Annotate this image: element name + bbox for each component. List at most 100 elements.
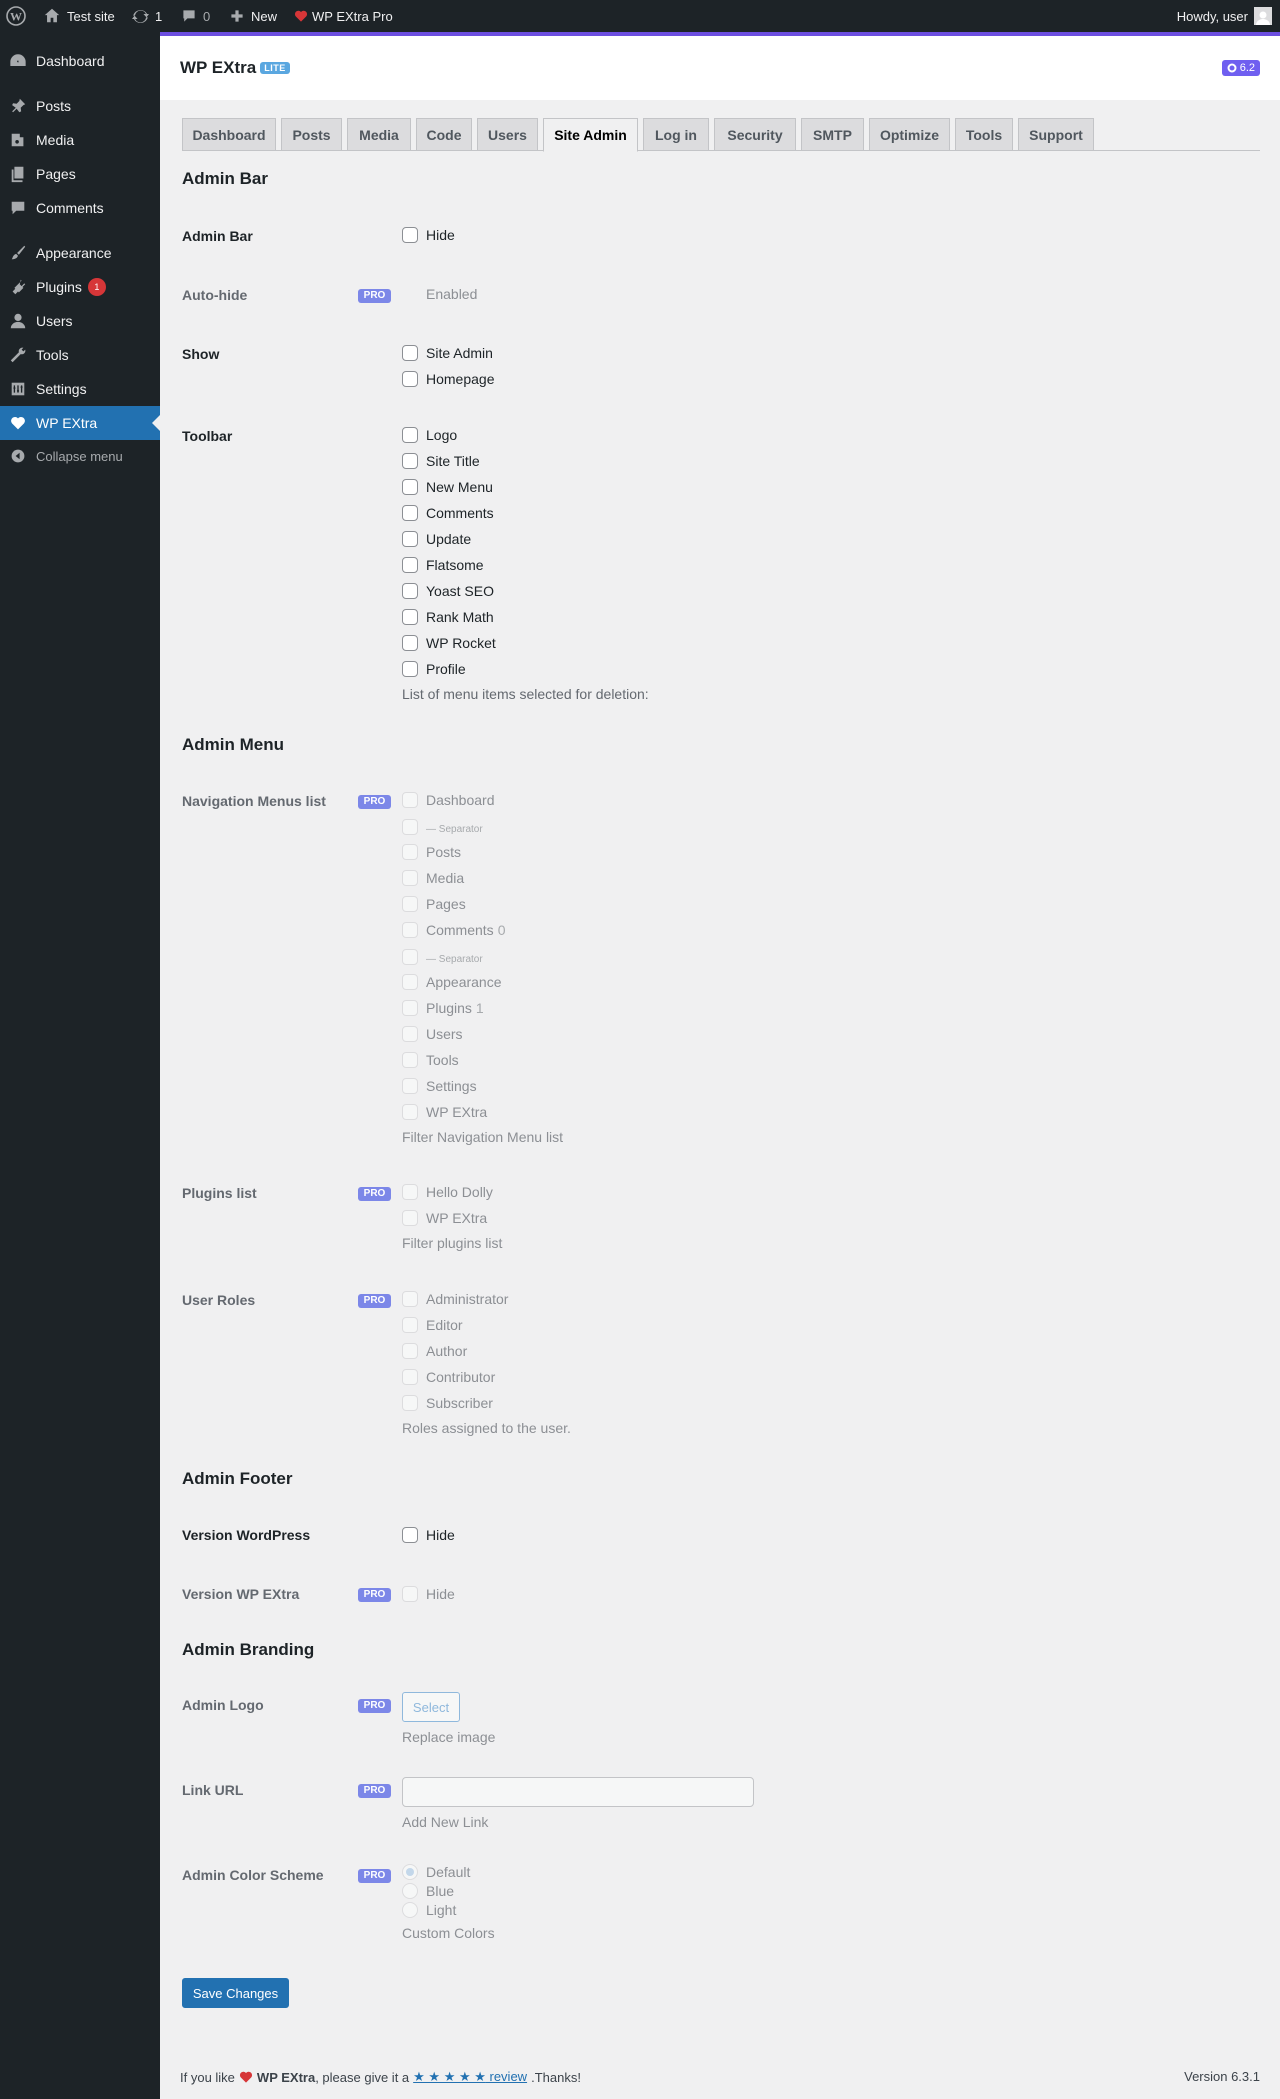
version-wordpress-hide-checkbox[interactable]: Hide (402, 1527, 455, 1543)
select-logo-button[interactable]: Select (402, 1692, 460, 1722)
checkbox-box[interactable] (402, 948, 418, 965)
checkbox-box[interactable] (402, 505, 418, 521)
show-homepage-checkbox[interactable]: Homepage (402, 371, 495, 387)
show-site-admin-checkbox[interactable]: Site Admin (402, 345, 493, 361)
toolbar-wp-rocket-checkbox[interactable]: WP Rocket (402, 635, 496, 651)
sidebar-item-dashboard[interactable]: Dashboard (0, 44, 160, 78)
tab-posts[interactable]: Posts (281, 118, 342, 151)
admin-bar-hide-checkbox[interactable]: Hide (402, 227, 455, 243)
checkbox-box[interactable] (402, 818, 418, 835)
toolbar-rank-math-checkbox[interactable]: Rank Math (402, 609, 494, 625)
toolbar-new-menu-checkbox[interactable]: New Menu (402, 479, 493, 495)
sidebar-item-comments[interactable]: Comments (0, 191, 160, 225)
checkbox-box[interactable] (402, 609, 418, 625)
radio-circle[interactable] (402, 1864, 418, 1880)
toolbar-comments-checkbox[interactable]: Comments (402, 505, 494, 521)
checkbox-box[interactable] (402, 1369, 418, 1385)
version-wp-extra-hide-checkbox[interactable]: Hide (402, 1586, 455, 1602)
checkbox-box[interactable] (402, 1291, 418, 1307)
tab-security[interactable]: Security (714, 118, 796, 151)
nav-separator-checkbox[interactable]: — Separator (402, 948, 483, 965)
checkbox-box[interactable] (402, 661, 418, 677)
toolbar-flatsome-checkbox[interactable]: Flatsome (402, 557, 484, 573)
nav-wp-extra-checkbox[interactable]: WP EXtra (402, 1104, 487, 1120)
updates-link[interactable]: 1 (132, 0, 162, 32)
checkbox-box[interactable] (402, 1343, 418, 1359)
checkbox-box[interactable] (402, 635, 418, 651)
checkbox-box[interactable] (402, 479, 418, 495)
tab-media[interactable]: Media (347, 118, 411, 151)
role-editor-checkbox[interactable]: Editor (402, 1317, 463, 1333)
nav-appearance-checkbox[interactable]: Appearance (402, 974, 502, 990)
checkbox-box[interactable] (402, 1317, 418, 1333)
checkbox-box[interactable] (402, 371, 418, 387)
tab-users[interactable]: Users (477, 118, 538, 151)
review-link[interactable]: ★ ★ ★ ★ ★ review (413, 2069, 527, 2085)
sidebar-item-settings[interactable]: Settings (0, 372, 160, 406)
radio-circle[interactable] (402, 1902, 418, 1918)
checkbox-box[interactable] (402, 1000, 418, 1016)
nav-plugins-checkbox[interactable]: Plugins 1 (402, 1000, 484, 1016)
link-url-input[interactable] (402, 1777, 754, 1807)
checkbox-box[interactable] (402, 345, 418, 361)
checkbox-box[interactable] (402, 792, 418, 808)
radio-circle[interactable] (402, 1883, 418, 1899)
tab-smtp[interactable]: SMTP (801, 118, 864, 151)
tab-code[interactable]: Code (416, 118, 472, 151)
role-author-checkbox[interactable]: Author (402, 1343, 467, 1359)
scheme-blue-radio[interactable]: Blue (402, 1883, 454, 1899)
nav-comments-checkbox[interactable]: Comments 0 (402, 922, 505, 938)
sidebar-item-users[interactable]: Users (0, 304, 160, 338)
tab-support[interactable]: Support (1018, 118, 1094, 151)
new-content-link[interactable]: New (229, 0, 277, 32)
tab-dashboard[interactable]: Dashboard (182, 118, 276, 151)
plugin-wp-extra-checkbox[interactable]: WP EXtra (402, 1210, 487, 1226)
toolbar-update-checkbox[interactable]: Update (402, 531, 471, 547)
sidebar-item-plugins[interactable]: Plugins 1 (0, 270, 160, 304)
wp-extra-pro-link[interactable]: WP EXtra Pro (294, 0, 393, 32)
sidebar-item-posts[interactable]: Posts (0, 89, 160, 123)
checkbox-box[interactable] (402, 1184, 418, 1200)
sidebar-item-media[interactable]: Media (0, 123, 160, 157)
nav-tools-checkbox[interactable]: Tools (402, 1052, 459, 1068)
nav-separator-checkbox[interactable]: — Separator (402, 818, 483, 835)
tab-site-admin[interactable]: Site Admin (543, 118, 638, 152)
site-name-link[interactable]: Test site (43, 0, 115, 32)
nav-dashboard-checkbox[interactable]: Dashboard (402, 792, 495, 808)
tab-optimize[interactable]: Optimize (869, 118, 950, 151)
checkbox-box[interactable] (402, 1586, 418, 1602)
sidebar-item-pages[interactable]: Pages (0, 157, 160, 191)
checkbox-box[interactable] (402, 1026, 418, 1042)
sidebar-item-appearance[interactable]: Appearance (0, 236, 160, 270)
toolbar-site-title-checkbox[interactable]: Site Title (402, 453, 480, 469)
checkbox-box[interactable] (402, 427, 418, 443)
checkbox-box[interactable] (402, 896, 418, 912)
plugin-hello-dolly-checkbox[interactable]: Hello Dolly (402, 1184, 493, 1200)
nav-settings-checkbox[interactable]: Settings (402, 1078, 477, 1094)
checkbox-box[interactable] (402, 227, 418, 243)
checkbox-box[interactable] (402, 1395, 418, 1411)
collapse-menu-button[interactable]: Collapse menu (0, 439, 160, 473)
nav-pages-checkbox[interactable]: Pages (402, 896, 466, 912)
checkbox-box[interactable] (402, 286, 418, 302)
scheme-default-radio[interactable]: Default (402, 1864, 470, 1880)
checkbox-box[interactable] (402, 1052, 418, 1068)
nav-posts-checkbox[interactable]: Posts (402, 844, 461, 860)
tab-tools[interactable]: Tools (955, 118, 1013, 151)
toolbar-yoast-seo-checkbox[interactable]: Yoast SEO (402, 583, 494, 599)
save-changes-button[interactable]: Save Changes (182, 1978, 289, 2008)
checkbox-box[interactable] (402, 583, 418, 599)
sidebar-item-wp-extra[interactable]: WP EXtra (0, 406, 160, 440)
tab-log-in[interactable]: Log in (643, 118, 709, 151)
my-account-link[interactable]: Howdy, user (1177, 0, 1272, 32)
toolbar-profile-checkbox[interactable]: Profile (402, 661, 466, 677)
comments-link[interactable]: 0 (181, 0, 210, 32)
toolbar-logo-checkbox[interactable]: Logo (402, 427, 457, 443)
scheme-light-radio[interactable]: Light (402, 1902, 456, 1918)
checkbox-box[interactable] (402, 1104, 418, 1120)
checkbox-box[interactable] (402, 1527, 418, 1543)
checkbox-box[interactable] (402, 870, 418, 886)
role-subscriber-checkbox[interactable]: Subscriber (402, 1395, 493, 1411)
checkbox-box[interactable] (402, 557, 418, 573)
wordpress-logo-icon[interactable]: W (6, 0, 26, 32)
